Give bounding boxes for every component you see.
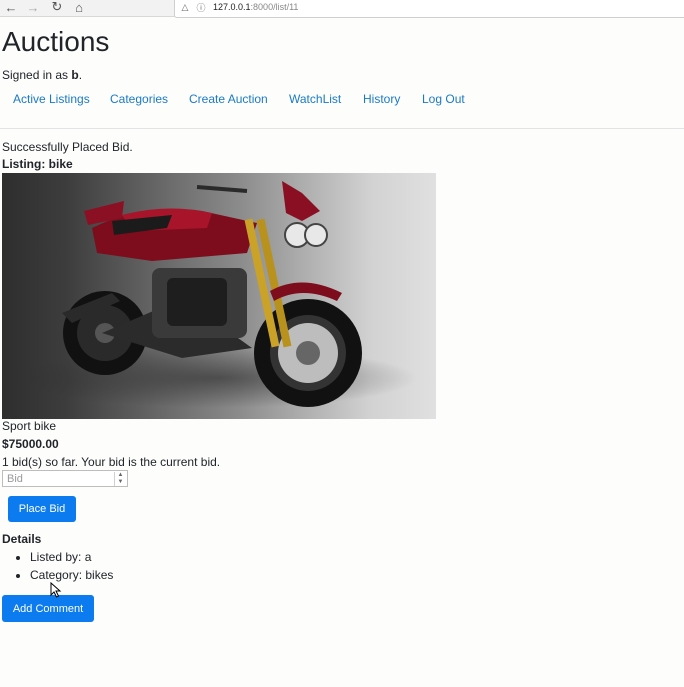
nav-categories[interactable]: Categories (110, 92, 168, 106)
details-item-category: Category: bikes (30, 566, 113, 584)
listing-price: $75000.00 (2, 437, 59, 451)
nav-log-out[interactable]: Log Out (422, 92, 465, 106)
listing-heading: Listing: bike (2, 157, 73, 171)
browser-toolbar: ← → ↻ ⌂ △ ⓘ 127.0.0.1:8000/list/11 (0, 0, 684, 18)
signed-in-prefix: Signed in as (2, 68, 69, 82)
username: b (71, 68, 79, 82)
url-path: :8000/list/11 (250, 2, 299, 12)
bid-stepper[interactable]: ▲ ▼ (114, 472, 126, 486)
shield-icon: △ (181, 1, 189, 12)
stepper-up-icon[interactable]: ▲ (118, 472, 124, 479)
stepper-down-icon[interactable]: ▼ (118, 479, 124, 486)
url-host: 127.0.0.1 (213, 2, 251, 12)
listing-image (2, 173, 436, 419)
place-bid-button[interactable]: Place Bid (8, 496, 76, 522)
details-list: Listed by: a Category: bikes (2, 548, 113, 584)
divider (0, 128, 684, 129)
address-bar[interactable]: △ ⓘ 127.0.0.1:8000/list/11 (174, 0, 684, 18)
home-icon[interactable]: ⌂ (70, 0, 88, 16)
reload-icon[interactable]: ↻ (48, 0, 66, 16)
signed-in-text: Signed in as b. (2, 68, 82, 82)
back-icon[interactable]: ← (2, 0, 20, 16)
nav-create-auction[interactable]: Create Auction (189, 92, 268, 106)
forward-icon[interactable]: → (24, 0, 42, 16)
mouse-cursor-icon (50, 582, 62, 598)
add-comment-button[interactable]: Add Comment (2, 595, 94, 622)
details-item-listed-by: Listed by: a (30, 548, 113, 566)
bid-input[interactable] (2, 470, 128, 487)
motorcycle-illustration (17, 181, 417, 408)
nav-history[interactable]: History (363, 92, 400, 106)
info-icon: ⓘ (196, 2, 206, 13)
page-title: Auctions (2, 26, 110, 57)
signed-in-suffix: . (78, 68, 83, 82)
listing-description: Sport bike (2, 419, 57, 433)
nav-watchlist[interactable]: WatchList (289, 92, 341, 106)
details-heading: Details (2, 532, 42, 546)
nav-active-listings[interactable]: Active Listings (13, 92, 90, 106)
status-message: Successfully Placed Bid. (2, 140, 133, 154)
bid-status: 1 bid(s) so far. Your bid is the current… (2, 455, 221, 469)
